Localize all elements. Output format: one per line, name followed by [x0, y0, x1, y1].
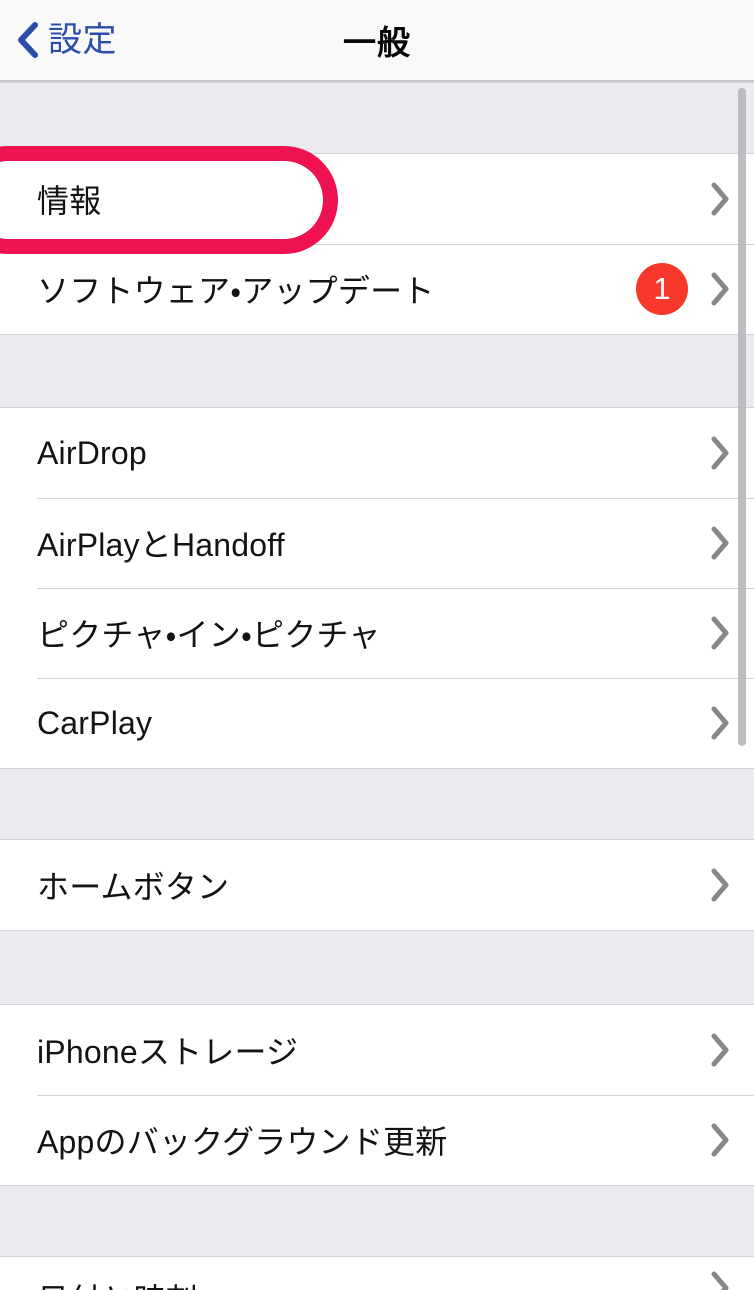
section-gap-1 [0, 334, 754, 408]
list-item-label: ピクチャ・イン・ピクチャ [37, 617, 381, 653]
row-accessory [710, 182, 730, 216]
chevron-right-icon [710, 526, 730, 560]
chevron-right-icon [710, 272, 730, 306]
settings-row-airplay-handoff[interactable]: AirPlayとHandoff [0, 498, 754, 588]
ios-settings-general-screen: 設定 一般 情報 ソフトウェア・アップデート 1 AirDrop AirPlay… [0, 0, 754, 1290]
settings-row-date-and-time[interactable]: 日付と時刻 [0, 1257, 754, 1290]
section-gap-top [0, 82, 754, 154]
list-item-label: iPhoneストレージ [37, 1034, 299, 1070]
row-accessory [710, 526, 730, 560]
chevron-right-icon [710, 1033, 730, 1067]
settings-section-connectivity: AirDrop AirPlayとHandoff ピクチャ・イン・ピクチャ Car… [0, 408, 754, 768]
section-gap-4 [0, 1185, 754, 1257]
row-accessory [710, 436, 730, 470]
list-item-label: 情報 [37, 183, 102, 219]
page-title: 一般 [343, 24, 411, 61]
settings-row-about[interactable]: 情報 [0, 154, 754, 244]
chevron-right-icon [710, 1271, 730, 1290]
status-badge: 1 [636, 263, 688, 315]
settings-row-software-update[interactable]: ソフトウェア・アップデート 1 [0, 244, 754, 334]
chevron-right-icon [710, 706, 730, 740]
row-accessory [710, 1271, 730, 1290]
row-accessory: 1 [636, 263, 730, 315]
chevron-right-icon [710, 436, 730, 470]
section-gap-3 [0, 930, 754, 1005]
list-item-label: CarPlay [37, 704, 153, 741]
row-accessory [710, 1033, 730, 1067]
settings-section-storage: iPhoneストレージ Appのバックグラウンド更新 [0, 1005, 754, 1185]
settings-row-home-button[interactable]: ホームボタン [0, 840, 754, 930]
list-item-label: ソフトウェア・アップデート [37, 273, 435, 309]
row-accessory [710, 868, 730, 902]
navigation-bar: 設定 一般 [0, 0, 754, 82]
settings-row-airdrop[interactable]: AirDrop [0, 408, 754, 498]
chevron-right-icon [710, 616, 730, 650]
vertical-scrollbar[interactable] [738, 88, 746, 746]
settings-row-picture-in-picture[interactable]: ピクチャ・イン・ピクチャ [0, 588, 754, 678]
row-accessory [710, 706, 730, 740]
row-accessory [710, 616, 730, 650]
settings-row-iphone-storage[interactable]: iPhoneストレージ [0, 1005, 754, 1095]
list-item-label: AirDrop [37, 434, 147, 471]
section-gap-2 [0, 768, 754, 840]
list-item-label: 日付と時刻 [37, 1275, 710, 1290]
settings-row-background-app-refresh[interactable]: Appのバックグラウンド更新 [0, 1095, 754, 1185]
settings-section-device-info: 情報 ソフトウェア・アップデート 1 [0, 154, 754, 334]
row-accessory [710, 1123, 730, 1157]
settings-section-home-button: ホームボタン [0, 840, 754, 930]
chevron-right-icon [710, 182, 730, 216]
chevron-right-icon [710, 868, 730, 902]
settings-section-date-time: 日付と時刻 [0, 1257, 754, 1290]
list-item-label: Appのバックグラウンド更新 [37, 1124, 448, 1160]
settings-row-carplay[interactable]: CarPlay [0, 678, 754, 768]
settings-table: 情報 ソフトウェア・アップデート 1 AirDrop AirPlayとHando… [0, 82, 754, 1290]
list-item-label: ホームボタン [37, 869, 230, 905]
list-item-label: AirPlayとHandoff [37, 527, 285, 563]
chevron-right-icon [710, 1123, 730, 1157]
